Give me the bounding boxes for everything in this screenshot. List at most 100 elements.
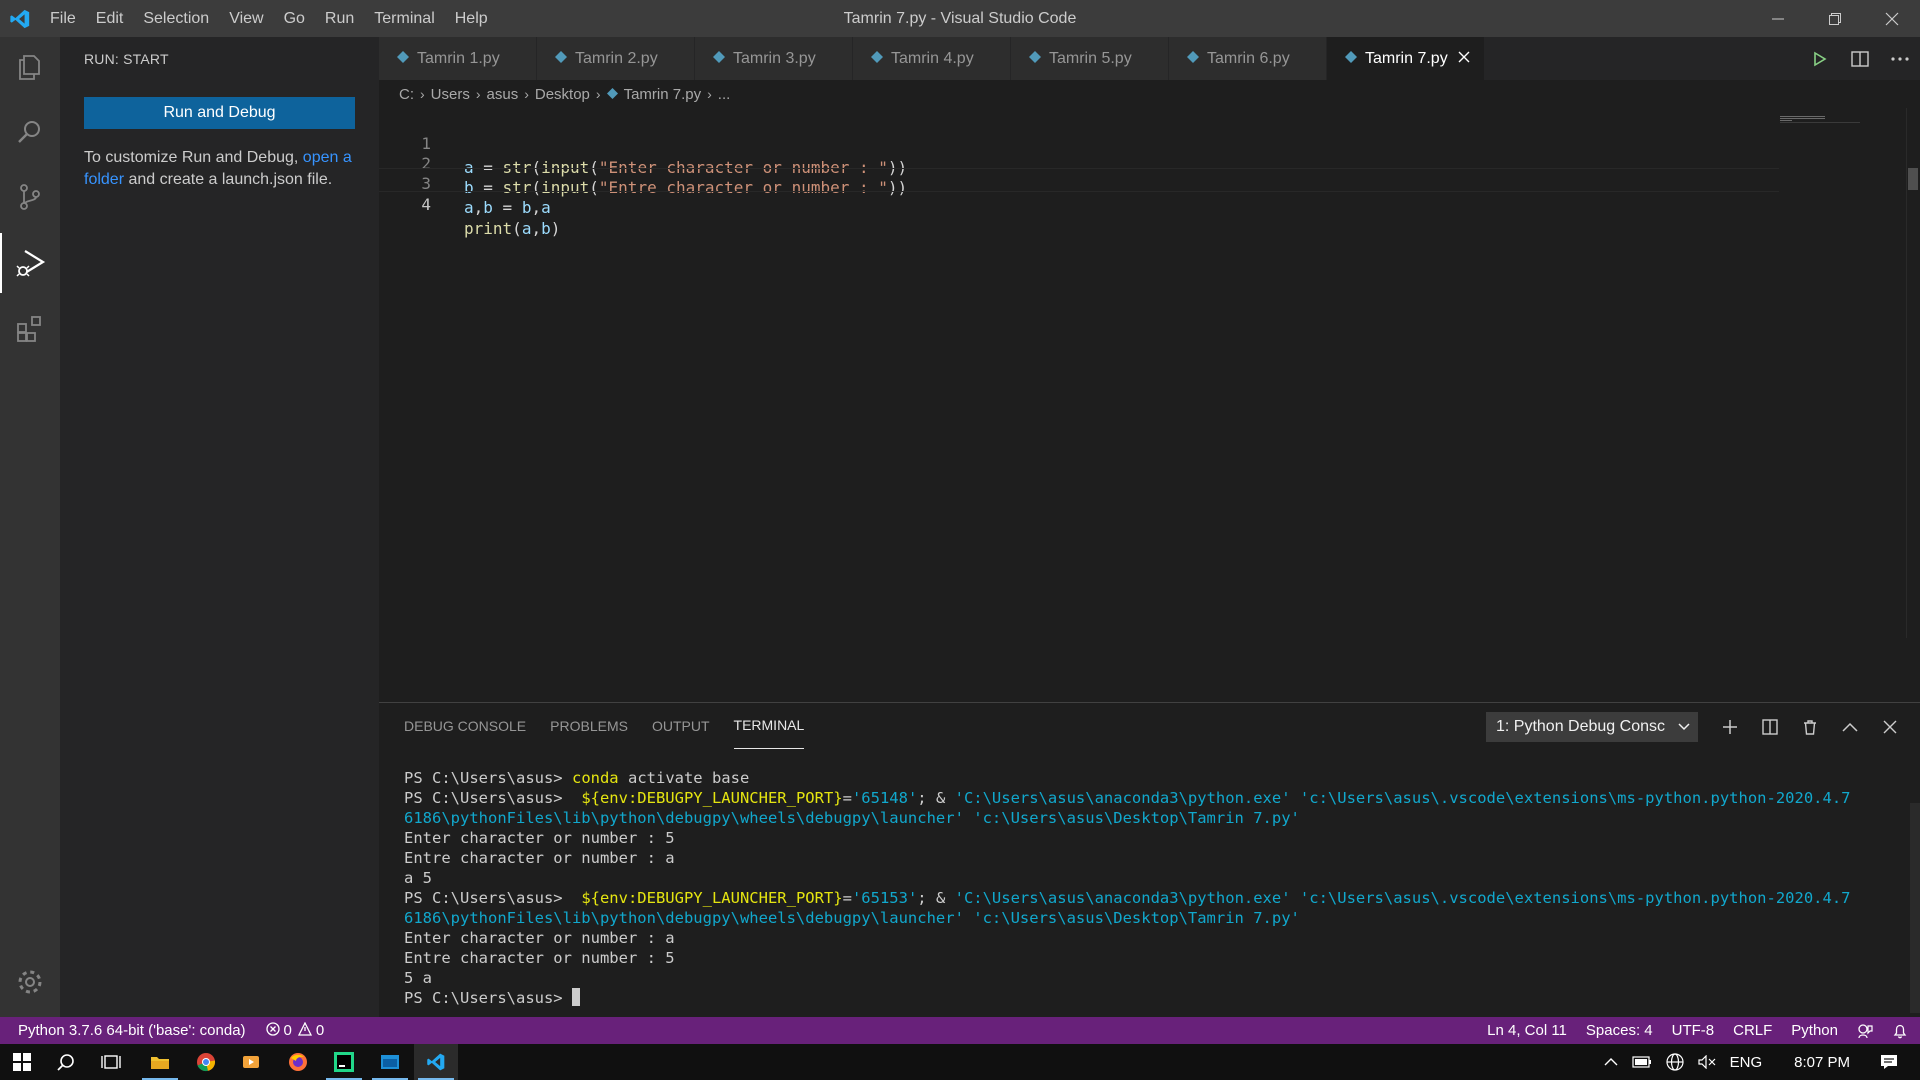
editor-scrollbar-thumb[interactable] xyxy=(1908,168,1918,190)
error-count: 0 xyxy=(283,1022,292,1039)
problems-status[interactable]: 0 0 xyxy=(265,1021,324,1040)
bottom-panel: DEBUG CONSOLE PROBLEMS OUTPUT TERMINAL 1… xyxy=(379,702,1920,1017)
terminal-cursor xyxy=(571,988,580,1006)
breadcrumb-item[interactable]: C: xyxy=(399,86,414,103)
run-sidebar: RUN: START Run and Debug To customize Ru… xyxy=(60,37,379,1017)
app-window-icon[interactable] xyxy=(368,1044,412,1080)
battery-icon[interactable] xyxy=(1632,1056,1652,1068)
close-tab-icon[interactable] xyxy=(1458,50,1470,68)
split-terminal-icon[interactable] xyxy=(1750,711,1790,743)
terminal-line: Entre character or number : a xyxy=(404,849,675,867)
maximize-panel-chevron-up-icon[interactable] xyxy=(1830,711,1870,743)
breadcrumb-item[interactable]: asus xyxy=(487,86,519,103)
chevron-right-icon: › xyxy=(707,86,712,102)
explorer-icon[interactable] xyxy=(0,37,60,97)
tab-tamrin-2[interactable]: Tamrin 2.py xyxy=(537,37,695,80)
chevron-right-icon: › xyxy=(420,86,425,102)
action-center-icon[interactable] xyxy=(1880,1054,1898,1070)
breadcrumb-item[interactable]: ... xyxy=(718,86,731,103)
code-editor[interactable]: 1 a = str(input("Enter character or numb… xyxy=(379,108,1920,702)
tab-tamrin-3[interactable]: Tamrin 3.py xyxy=(695,37,853,80)
tab-problems[interactable]: PROBLEMS xyxy=(550,703,628,749)
eol-status[interactable]: CRLF xyxy=(1733,1022,1772,1039)
source-control-icon[interactable] xyxy=(0,167,60,227)
settings-gear-icon[interactable] xyxy=(0,952,60,1012)
breadcrumb-item[interactable]: Desktop xyxy=(535,86,590,103)
menu-run[interactable]: Run xyxy=(315,0,364,37)
code-line-current[interactable]: 4 print(a,b) xyxy=(379,168,1779,238)
language-mode-status[interactable]: Python xyxy=(1791,1022,1838,1039)
menu-edit[interactable]: Edit xyxy=(86,0,134,37)
tab-label: Tamrin 5.py xyxy=(1049,49,1132,67)
tab-terminal[interactable]: TERMINAL xyxy=(733,703,805,749)
tab-label: Tamrin 6.py xyxy=(1207,49,1290,67)
run-debug-icon[interactable] xyxy=(0,233,60,293)
show-hidden-icons-chevron-up-icon[interactable] xyxy=(1604,1058,1618,1066)
chrome-icon[interactable] xyxy=(184,1044,228,1080)
task-view-icon[interactable] xyxy=(89,1044,133,1080)
warning-icon xyxy=(297,1021,312,1040)
close-panel-icon[interactable] xyxy=(1870,711,1910,743)
more-actions-icon[interactable] xyxy=(1880,37,1920,80)
breadcrumb-item[interactable]: Tamrin 7.py xyxy=(624,86,702,103)
tab-tamrin-5[interactable]: Tamrin 5.py xyxy=(1011,37,1169,80)
editor-tab-bar: Tamrin 1.py Tamrin 2.py Tamrin 3.py Tamr… xyxy=(379,37,1920,80)
firefox-icon[interactable] xyxy=(276,1044,320,1080)
sidebar-title: RUN: START xyxy=(84,51,169,67)
split-editor-icon[interactable] xyxy=(1840,37,1880,80)
restore-button[interactable] xyxy=(1806,0,1863,37)
menu-view[interactable]: View xyxy=(219,0,273,37)
tab-label: Tamrin 4.py xyxy=(891,49,974,67)
pycharm-icon[interactable] xyxy=(322,1044,366,1080)
network-globe-icon[interactable] xyxy=(1666,1053,1684,1071)
input-language-indicator[interactable]: ENG xyxy=(1730,1054,1763,1071)
terminal-line: Enter character or number : a xyxy=(404,929,675,947)
encoding-status[interactable]: UTF-8 xyxy=(1672,1022,1715,1039)
tab-debug-console[interactable]: DEBUG CONSOLE xyxy=(404,703,526,749)
notifications-bell-icon[interactable] xyxy=(1892,1023,1908,1039)
minimize-button[interactable] xyxy=(1749,0,1806,37)
python-file-icon xyxy=(1029,50,1041,68)
chevron-right-icon: › xyxy=(475,86,481,102)
tab-label: Tamrin 1.py xyxy=(417,49,500,67)
taskbar-search-icon[interactable] xyxy=(44,1044,88,1080)
breadcrumb-item[interactable]: Users xyxy=(431,86,470,103)
kill-terminal-trash-icon[interactable] xyxy=(1790,711,1830,743)
windows-start-icon[interactable] xyxy=(0,1044,44,1080)
menu-selection[interactable]: Selection xyxy=(133,0,219,37)
indentation-status[interactable]: Spaces: 4 xyxy=(1586,1022,1653,1039)
run-file-play-icon[interactable] xyxy=(1800,37,1840,80)
sidebar-help-text: To customize Run and Debug, open a folde… xyxy=(84,147,359,191)
tab-tamrin-6[interactable]: Tamrin 6.py xyxy=(1169,37,1327,80)
python-interpreter-status[interactable]: Python 3.7.6 64-bit ('base': conda) xyxy=(18,1022,246,1039)
tab-tamrin-7[interactable]: Tamrin 7.py xyxy=(1327,37,1485,80)
tab-output[interactable]: OUTPUT xyxy=(652,703,710,749)
editor-scrollbar[interactable] xyxy=(1906,108,1920,638)
terminal-output[interactable]: PS C:\Users\asus> conda activate base PS… xyxy=(404,768,1894,1008)
volume-muted-icon[interactable] xyxy=(1698,1055,1716,1069)
feedback-icon[interactable] xyxy=(1857,1023,1873,1039)
menu-terminal[interactable]: Terminal xyxy=(364,0,444,37)
file-explorer-icon[interactable] xyxy=(138,1044,182,1080)
extensions-icon[interactable] xyxy=(0,299,60,359)
cursor-position-status[interactable]: Ln 4, Col 11 xyxy=(1487,1022,1567,1039)
tab-tamrin-1[interactable]: Tamrin 1.py xyxy=(379,37,537,80)
clock[interactable]: 8:07 PM xyxy=(1794,1054,1850,1071)
vscode-taskbar-icon[interactable] xyxy=(414,1044,458,1080)
terminal-line: PS C:\Users\asus> ${env:DEBUGPY_LAUNCHER… xyxy=(404,889,1851,907)
terminal-select-dropdown[interactable]: 1: Python Debug Consc xyxy=(1486,712,1698,742)
media-player-icon[interactable] xyxy=(229,1044,273,1080)
new-terminal-plus-icon[interactable] xyxy=(1710,711,1750,743)
menu-go[interactable]: Go xyxy=(274,0,315,37)
tab-tamrin-4[interactable]: Tamrin 4.py xyxy=(853,37,1011,80)
terminal-prompt-line: PS C:\Users\asus> xyxy=(404,988,1894,1008)
run-and-debug-button[interactable]: Run and Debug xyxy=(84,97,355,129)
menu-help[interactable]: Help xyxy=(445,0,498,37)
menu-file[interactable]: File xyxy=(40,0,86,37)
minimap[interactable] xyxy=(1780,108,1860,123)
chevron-right-icon: › xyxy=(524,86,529,102)
editor-actions xyxy=(1800,37,1920,80)
terminal-scrollbar[interactable] xyxy=(1910,803,1920,1013)
close-window-button[interactable] xyxy=(1863,0,1920,37)
search-icon[interactable] xyxy=(0,102,60,162)
